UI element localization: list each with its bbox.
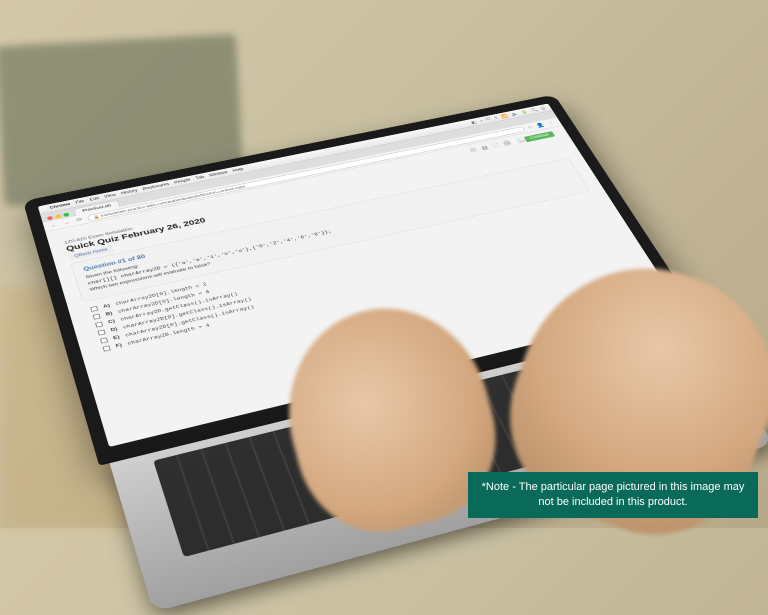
checkbox-icon[interactable] — [97, 329, 105, 335]
tray-icon[interactable]: ◧ — [470, 120, 478, 125]
menu-view[interactable]: View — [104, 193, 117, 199]
print-icon[interactable]: 🖨 — [502, 140, 513, 147]
tray-icon[interactable]: ⏻ — [485, 117, 492, 122]
control-center-icon[interactable]: ☰ — [539, 106, 546, 111]
tray-icon[interactable]: ⇪ — [492, 115, 499, 120]
checkbox-icon[interactable] — [90, 306, 98, 312]
answer-label: E) — [113, 335, 121, 341]
checkbox-icon[interactable] — [102, 345, 110, 351]
answer-label: C) — [108, 319, 116, 325]
answer-label: D) — [110, 327, 118, 333]
menu-file[interactable]: File — [75, 199, 85, 204]
checkbox-icon[interactable] — [93, 314, 101, 320]
lock-icon: 🔒 — [93, 215, 100, 220]
menu-edit[interactable]: Edit — [89, 196, 99, 201]
checkbox-icon[interactable] — [95, 321, 103, 327]
menu-icon[interactable]: ⋮ — [546, 120, 557, 126]
back-icon[interactable]: ← — [49, 221, 60, 228]
tray-icon[interactable]: ⌁ — [478, 118, 484, 123]
menu-help[interactable]: Help — [232, 167, 244, 172]
bookmark-icon[interactable]: ☆ — [526, 124, 534, 130]
maximize-icon[interactable]: ⛶ — [490, 142, 501, 149]
answer-label: F) — [115, 343, 122, 349]
answer-label: A) — [103, 303, 111, 309]
volume-icon[interactable]: 🔈 — [510, 111, 519, 116]
review-icon[interactable]: ☑ — [468, 147, 479, 154]
reload-icon[interactable]: ⟳ — [74, 216, 85, 223]
forward-icon[interactable]: → — [61, 219, 72, 226]
disclaimer-banner: *Note - The particular page pictured in … — [468, 472, 758, 518]
menu-tab[interactable]: Tab — [195, 175, 205, 180]
columns-icon[interactable]: ▤ — [479, 145, 490, 152]
checkbox-icon[interactable] — [100, 337, 108, 343]
search-icon[interactable]: 🔍 — [530, 107, 539, 112]
profile-icon[interactable]: 👤 — [535, 122, 546, 128]
wifi-icon[interactable]: 📶 — [500, 113, 509, 118]
answer-label: B) — [105, 311, 113, 317]
battery-icon[interactable]: 🔋 — [520, 109, 529, 114]
